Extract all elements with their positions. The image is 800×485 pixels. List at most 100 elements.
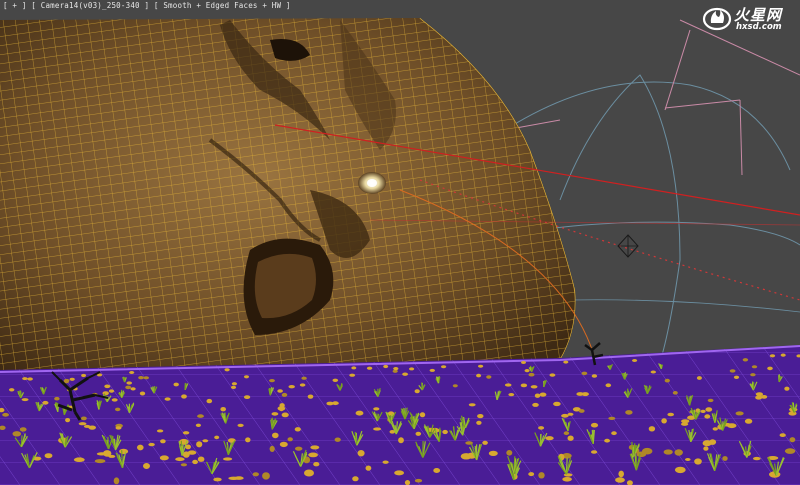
light-gizmo[interactable] [504, 19, 800, 176]
rock [528, 372, 535, 377]
rock [538, 472, 545, 479]
rock [138, 376, 144, 380]
rock [81, 373, 87, 378]
rock [19, 427, 27, 432]
rock [700, 409, 706, 413]
rock [530, 385, 538, 389]
rock [299, 383, 306, 387]
rock [108, 454, 116, 458]
rock [415, 431, 422, 436]
rock [21, 398, 29, 402]
rock [139, 391, 146, 396]
rock [281, 412, 289, 418]
rock [197, 414, 204, 418]
viewport-shading-label[interactable]: [ Smooth + Edged Faces + HW ] [154, 1, 291, 10]
rock [108, 389, 115, 393]
rock [220, 407, 226, 412]
rock [349, 373, 356, 377]
camera-target-gizmo[interactable] [617, 234, 639, 258]
head-mesh[interactable] [0, 0, 650, 400]
rock [452, 384, 458, 388]
rock [230, 385, 237, 389]
rock [545, 436, 554, 441]
rock [735, 411, 744, 416]
rock [115, 407, 121, 412]
rock [567, 435, 574, 441]
viewport-camera-label[interactable]: [ Camera14(v03)_250-340 ] [31, 1, 149, 10]
rock [295, 446, 303, 451]
rock [674, 466, 686, 474]
rock [661, 418, 667, 424]
rock [549, 373, 556, 377]
rock [231, 382, 237, 386]
rock [722, 456, 728, 461]
rock [532, 402, 539, 407]
rock [733, 375, 740, 379]
rock [477, 414, 484, 419]
rock [648, 426, 656, 432]
rock [769, 354, 776, 358]
rock [164, 397, 171, 401]
rock [393, 367, 399, 371]
rock [196, 441, 203, 448]
rock [351, 366, 357, 370]
rock [269, 379, 275, 383]
rock [780, 353, 786, 357]
rock [202, 439, 209, 443]
rock [476, 373, 482, 378]
rock [334, 437, 341, 442]
rock [281, 392, 288, 397]
rock [197, 456, 205, 462]
rock [398, 437, 404, 444]
3d-viewport[interactable]: [ + ] [ Camera14(v03)_250-340 ] [ Smooth… [0, 0, 800, 485]
rock [402, 372, 408, 376]
rock [534, 393, 541, 398]
rock [488, 450, 498, 456]
rock [520, 383, 528, 388]
rock [478, 364, 484, 368]
watermark-logo: 火星网 hxsd.com [702, 4, 794, 34]
rock [12, 431, 22, 437]
rock [442, 429, 448, 435]
rock [272, 432, 279, 439]
rock [504, 383, 512, 387]
rock [244, 395, 251, 399]
rock [591, 374, 598, 378]
viewport-label[interactable]: [ + ] [ Camera14(v03)_250-340 ] [ Smooth… [3, 1, 291, 10]
rock [271, 412, 279, 416]
rock [751, 365, 758, 369]
rock [288, 385, 295, 389]
rock [615, 477, 625, 483]
rock [156, 429, 164, 433]
rock [137, 444, 144, 451]
rock [111, 398, 118, 402]
rock [784, 448, 796, 454]
rock [119, 448, 129, 455]
viewport-menu-plus[interactable]: [ + ] [3, 1, 27, 10]
rock [244, 375, 249, 379]
rock [214, 435, 220, 440]
rock [486, 375, 492, 379]
rock [213, 477, 222, 482]
rock [404, 480, 411, 485]
rock [604, 438, 610, 443]
rock [365, 465, 372, 471]
rock [753, 456, 761, 461]
rock [195, 423, 201, 427]
rock [674, 449, 683, 456]
rock [78, 422, 87, 426]
rock [681, 422, 689, 426]
rock [729, 369, 736, 373]
rock [104, 384, 111, 389]
rock [223, 457, 233, 461]
rock [590, 422, 599, 428]
rock [383, 364, 389, 369]
rock [591, 450, 598, 454]
rock [632, 359, 638, 362]
rock [409, 367, 415, 371]
rock [696, 376, 702, 380]
viewport-scene[interactable] [0, 0, 800, 485]
rock [382, 460, 389, 464]
rock [414, 389, 420, 394]
rock [703, 446, 709, 451]
